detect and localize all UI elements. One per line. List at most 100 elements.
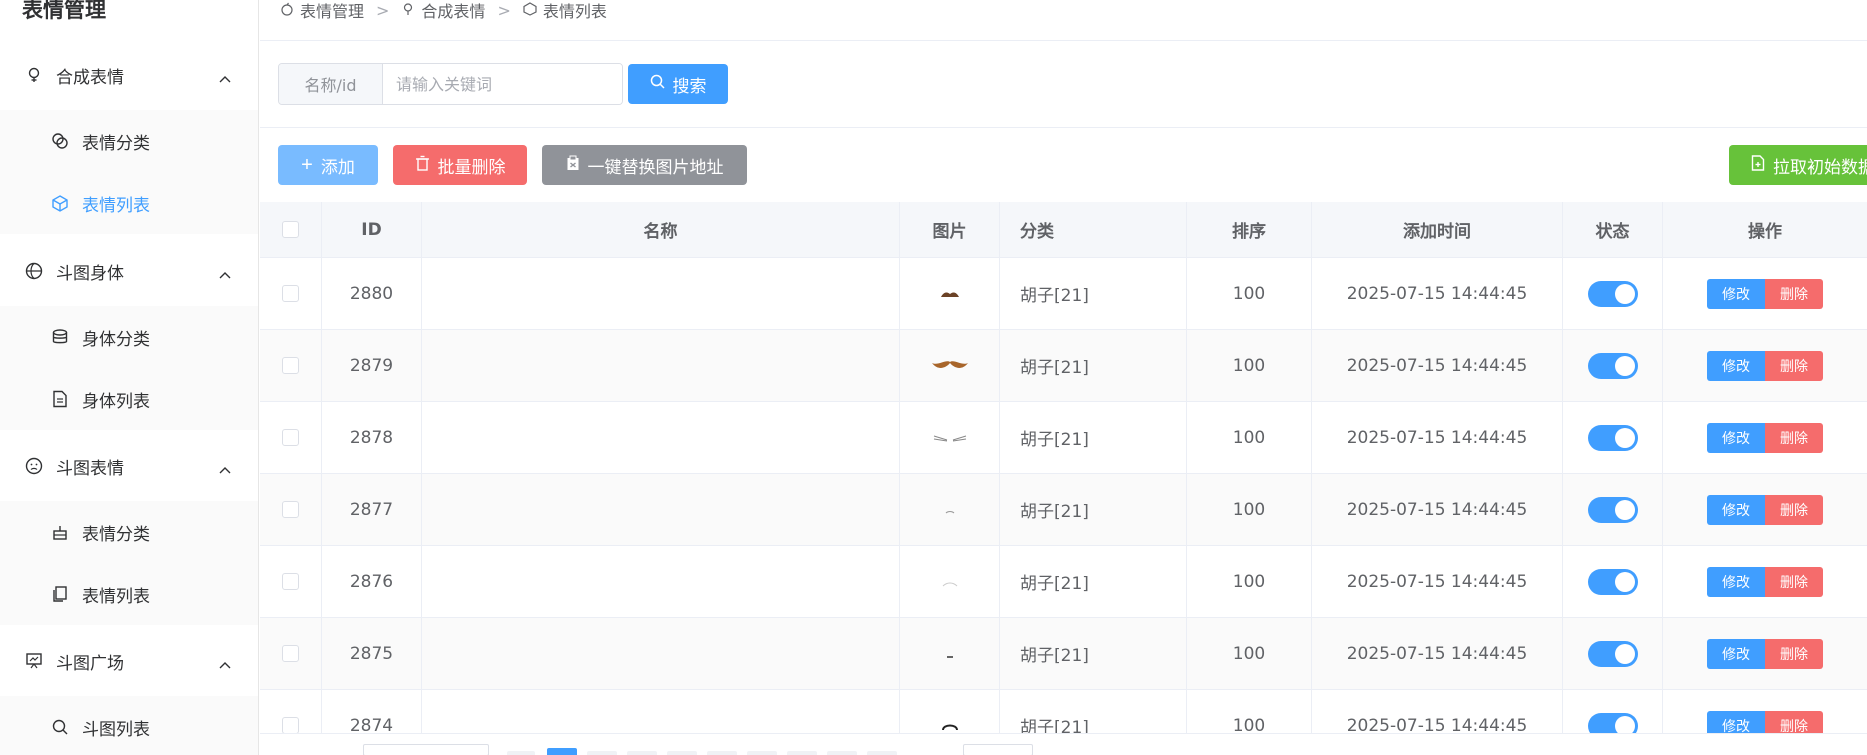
status-toggle[interactable]: [1587, 352, 1638, 379]
sidebar-item-body-category[interactable]: 身体分类: [0, 306, 258, 368]
menu-group-label: 斗图身体: [56, 263, 124, 284]
edit-button[interactable]: 修改: [1707, 638, 1765, 669]
select-all-checkbox[interactable]: [282, 221, 299, 238]
menu-group-label: 斗图广场: [56, 653, 124, 674]
sidebar-item-sticker-category[interactable]: 表情分类: [0, 501, 258, 563]
sidebar-item-emoji-list[interactable]: 表情列表: [0, 172, 258, 234]
delete-button[interactable]: 删除: [1765, 350, 1823, 381]
pull-initial-data-label: 拉取初始数据: [1773, 157, 1867, 177]
page-number[interactable]: [827, 751, 857, 755]
row-checkbox-cell: [260, 330, 322, 401]
row-checkbox[interactable]: [282, 501, 299, 518]
page-number[interactable]: [787, 751, 817, 755]
delete-button[interactable]: 删除: [1765, 566, 1823, 597]
status-toggle[interactable]: [1587, 568, 1638, 595]
status-toggle[interactable]: [1587, 496, 1638, 523]
row-checkbox[interactable]: [282, 429, 299, 446]
face-icon: [24, 456, 44, 476]
breadcrumb-item: 表情列表: [542, 2, 607, 21]
page-number-active[interactable]: [547, 748, 577, 755]
cell-name: [422, 474, 900, 545]
cell-status: [1563, 402, 1663, 473]
edit-button[interactable]: 修改: [1707, 350, 1765, 381]
cell-ops: 修改 删除: [1663, 474, 1867, 545]
delete-button[interactable]: 删除: [1765, 278, 1823, 309]
status-toggle[interactable]: [1587, 424, 1638, 451]
search-button-label: 搜索: [672, 76, 707, 96]
cell-sort: 100: [1187, 618, 1312, 689]
menu-group-sticker[interactable]: 斗图表情: [0, 438, 258, 494]
bulk-delete-button[interactable]: 批量删除: [393, 145, 527, 185]
menu-group-body[interactable]: 斗图身体: [0, 243, 258, 299]
delete-button[interactable]: 删除: [1765, 494, 1823, 525]
status-toggle[interactable]: [1587, 640, 1638, 667]
header-time: 添加时间: [1312, 202, 1563, 257]
next-page-button[interactable]: [867, 751, 897, 755]
row-checkbox[interactable]: [282, 357, 299, 374]
mustache-thumbnail[interactable]: [932, 428, 968, 448]
row-checkbox[interactable]: [282, 573, 299, 590]
cell-image: [900, 474, 1000, 545]
cell-time: 2025-07-15 14:44:45: [1312, 618, 1563, 689]
header-status: 状态: [1563, 202, 1663, 257]
row-checkbox-cell: [260, 258, 322, 329]
mustache-thumbnail[interactable]: [941, 572, 959, 592]
search-input[interactable]: [383, 64, 622, 104]
prev-page-button[interactable]: [507, 751, 535, 755]
breadcrumb-item[interactable]: 表情管理: [300, 0, 364, 22]
page-number[interactable]: [747, 751, 777, 755]
menu-group-square[interactable]: 斗图广场: [0, 633, 258, 689]
cell-id: 2880: [322, 258, 422, 329]
sidebar-item-square-list[interactable]: 斗图列表: [0, 696, 258, 755]
mustache-thumbnail[interactable]: [930, 356, 970, 376]
cell-category: 胡子[21]: [1000, 546, 1187, 617]
chevron-up-icon: [219, 68, 231, 88]
page-number[interactable]: [667, 751, 697, 755]
header-image: 图片: [900, 202, 1000, 257]
search-button[interactable]: 搜索: [628, 64, 728, 104]
cell-id: 2878: [322, 402, 422, 473]
sidebar-item-sticker-list[interactable]: 表情列表: [0, 563, 258, 625]
add-button-label: 添加: [320, 157, 355, 177]
cell-status: [1563, 618, 1663, 689]
row-checkbox[interactable]: [282, 285, 299, 302]
cell-time: 2025-07-15 14:44:45: [1312, 258, 1563, 329]
page-number[interactable]: [587, 751, 617, 755]
delete-button[interactable]: 删除: [1765, 422, 1823, 453]
mustache-thumbnail[interactable]: [946, 644, 954, 664]
replace-image-url-button[interactable]: 一键替换图片地址: [542, 145, 747, 185]
cell-ops: 修改 删除: [1663, 258, 1867, 329]
delete-button[interactable]: 删除: [1765, 638, 1823, 669]
cell-sort: 100: [1187, 546, 1312, 617]
menu-group-compose[interactable]: 合成表情: [0, 47, 258, 103]
breadcrumb-item[interactable]: 合成表情: [421, 0, 485, 22]
row-checkbox[interactable]: [282, 645, 299, 662]
jump-page-input[interactable]: [963, 744, 1033, 755]
row-checkbox-cell: [260, 474, 322, 545]
edit-button[interactable]: 修改: [1707, 566, 1765, 597]
page-number[interactable]: [627, 751, 657, 755]
sidebar: 表情管理 合成表情 表情分类 表情列表 斗图身体 身体分类 身体列表 斗图表情 …: [0, 0, 259, 755]
mustache-thumbnail[interactable]: [939, 284, 961, 304]
sidebar-item-body-list[interactable]: 身体列表: [0, 368, 258, 430]
pull-initial-data-button[interactable]: 拉取初始数据: [1729, 145, 1867, 185]
presentation-icon: [24, 651, 44, 671]
page-size-select[interactable]: [363, 744, 489, 755]
edit-button[interactable]: 修改: [1707, 278, 1765, 309]
cell-name: [422, 330, 900, 401]
chevron-up-icon: [219, 459, 231, 479]
sidebar-item-label: 表情分类: [82, 133, 150, 154]
basketball-icon: [24, 261, 44, 281]
page-number[interactable]: [707, 751, 737, 755]
main-content: 表情管理 > 合成表情 > 表情列表 名称/id 搜索 + 添加 批量删除: [260, 0, 1867, 755]
mustache-thumbnail[interactable]: [944, 500, 956, 520]
lightbulb-icon: [24, 65, 44, 85]
cell-image: [900, 258, 1000, 329]
sidebar-item-emoji-category[interactable]: 表情分类: [0, 110, 258, 172]
status-toggle[interactable]: [1587, 280, 1638, 307]
edit-button[interactable]: 修改: [1707, 422, 1765, 453]
edit-button[interactable]: 修改: [1707, 494, 1765, 525]
row-checkbox-cell: [260, 402, 322, 473]
add-button[interactable]: + 添加: [278, 145, 378, 185]
row-checkbox[interactable]: [282, 717, 299, 734]
